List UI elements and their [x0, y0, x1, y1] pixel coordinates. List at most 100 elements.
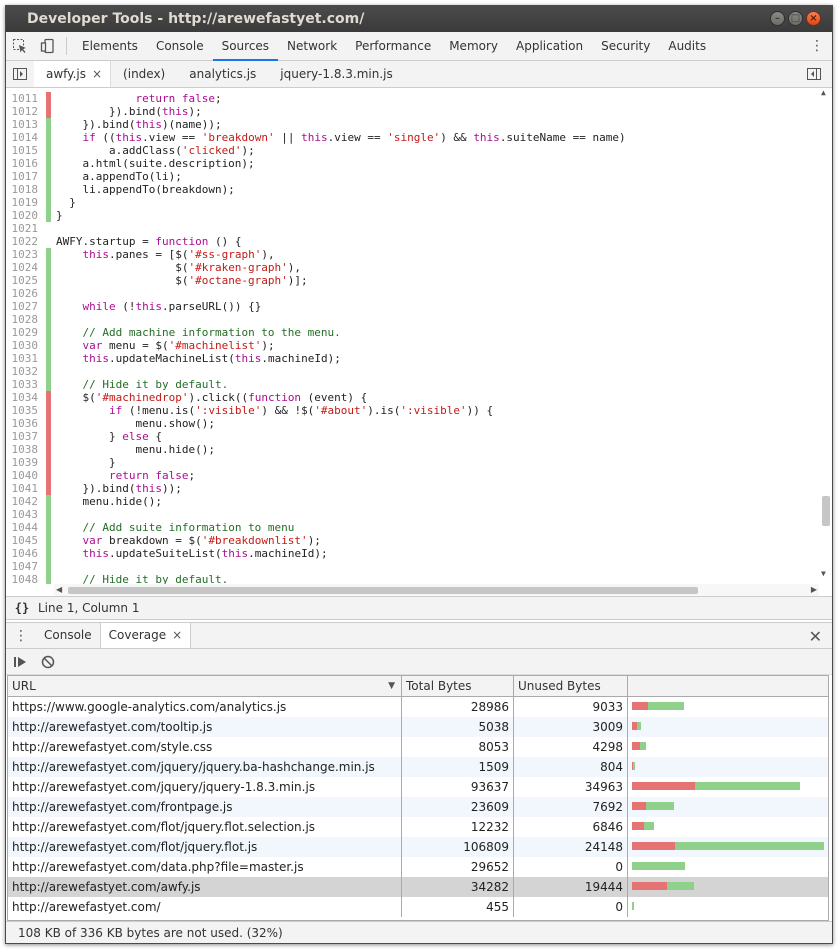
line-number[interactable]: 1020 — [6, 209, 39, 222]
drawer-tab-console[interactable]: Console — [36, 623, 100, 648]
coverage-marker — [46, 560, 51, 573]
table-row[interactable]: http://arewefastyet.com/style.css 8053 429… — [8, 737, 828, 757]
more-options-icon[interactable]: ⋮ — [810, 38, 824, 54]
drawer-tab-coverage[interactable]: Coverage × — [99, 623, 192, 648]
line-number[interactable]: 1033 — [6, 378, 39, 391]
line-number[interactable]: 1034 — [6, 391, 39, 404]
line-number[interactable]: 1038 — [6, 443, 39, 456]
file-tab[interactable]: (index) — [111, 61, 177, 87]
horizontal-scrollbar-thumb[interactable] — [68, 587, 698, 594]
toggle-navigator-icon[interactable] — [6, 60, 34, 88]
clear-icon[interactable] — [34, 648, 62, 676]
line-number[interactable]: 1037 — [6, 430, 39, 443]
line-number[interactable]: 1048 — [6, 573, 39, 584]
maximize-button[interactable]: □ — [788, 11, 803, 26]
table-row[interactable]: http://arewefastyet.com/frontpage.js 2360… — [8, 797, 828, 817]
tab-memory[interactable]: Memory — [440, 32, 507, 60]
line-number[interactable]: 1029 — [6, 326, 39, 339]
scroll-left-arrow-icon[interactable]: ◀ — [56, 584, 62, 596]
line-number[interactable]: 1046 — [6, 547, 39, 560]
line-number[interactable]: 1032 — [6, 365, 39, 378]
code-line: 1013 }).bind(this)(name)); — [6, 118, 832, 131]
toggle-debugger-icon[interactable] — [800, 60, 828, 88]
line-number[interactable]: 1026 — [6, 287, 39, 300]
file-tab[interactable]: jquery-1.8.3.min.js — [268, 61, 404, 87]
line-number[interactable]: 1018 — [6, 183, 39, 196]
inspect-element-icon[interactable] — [6, 32, 34, 60]
line-number[interactable]: 1022 — [6, 235, 39, 248]
tab-security[interactable]: Security — [592, 32, 659, 60]
unused-bytes-bar — [632, 842, 676, 850]
code-text: $('#machinedrop').click((function (event… — [56, 391, 368, 404]
tab-network[interactable]: Network — [278, 32, 346, 60]
line-number[interactable]: 1011 — [6, 92, 39, 105]
editor-horizontal-scrollbar[interactable]: ◀ ▶ — [54, 584, 819, 596]
line-number[interactable]: 1035 — [6, 404, 39, 417]
close-tab-icon[interactable]: × — [92, 67, 102, 81]
close-tab-icon[interactable]: × — [172, 628, 182, 642]
tab-console[interactable]: Console — [147, 32, 213, 60]
close-drawer-icon[interactable]: ✕ — [809, 627, 822, 646]
close-window-button[interactable]: × — [806, 11, 821, 26]
file-tabs-bar: awfy.js × (index) analytics.js jquery-1.8.3.… — [6, 61, 832, 88]
table-row[interactable]: http://arewefastyet.com/flot/jquery.flot… — [8, 837, 828, 857]
table-row[interactable]: http://arewefastyet.com/flot/jquery.flot… — [8, 817, 828, 837]
tab-audits[interactable]: Audits — [659, 32, 715, 60]
line-number[interactable]: 1031 — [6, 352, 39, 365]
minimize-button[interactable]: – — [770, 11, 785, 26]
cell-usage-bar — [628, 717, 828, 737]
line-number[interactable]: 1025 — [6, 274, 39, 287]
table-row[interactable]: http://arewefastyet.com/data.php?file=ma… — [8, 857, 828, 877]
table-row[interactable]: http://arewefastyet.com/455 0 — [8, 897, 828, 917]
line-number[interactable]: 1039 — [6, 456, 39, 469]
pretty-print-icon[interactable]: {} — [6, 601, 38, 615]
device-toolbar-icon[interactable] — [34, 32, 62, 60]
line-number[interactable]: 1019 — [6, 196, 39, 209]
table-row[interactable]: http://arewefastyet.com/tooltip.js 5038 30… — [8, 717, 828, 737]
line-number[interactable]: 1036 — [6, 417, 39, 430]
line-number[interactable]: 1041 — [6, 482, 39, 495]
file-tab[interactable]: analytics.js — [177, 61, 268, 87]
line-number[interactable]: 1040 — [6, 469, 39, 482]
column-header-url[interactable]: URL ▼ — [8, 676, 402, 696]
reload-record-icon[interactable] — [6, 648, 34, 676]
column-header-total-bytes[interactable]: Total Bytes — [402, 676, 514, 696]
line-number[interactable]: 1012 — [6, 105, 39, 118]
code-editor[interactable]: ▲ ▼ 1011 return false; 1012 }).bind(this)… — [6, 88, 832, 584]
line-number[interactable]: 1014 — [6, 131, 39, 144]
table-row[interactable]: http://arewefastyet.com/jquery/jquery-1.… — [8, 777, 828, 797]
scroll-right-arrow-icon[interactable]: ▶ — [811, 584, 817, 596]
line-number[interactable]: 1045 — [6, 534, 39, 547]
line-number[interactable]: 1028 — [6, 313, 39, 326]
table-row[interactable]: https://www.google-analytics.com/analyti… — [8, 697, 828, 717]
tab-elements[interactable]: Elements — [73, 32, 147, 60]
line-number[interactable]: 1043 — [6, 508, 39, 521]
line-number[interactable]: 1044 — [6, 521, 39, 534]
cell-total-bytes: 5038 — [402, 717, 514, 737]
tab-sources[interactable]: Sources — [212, 32, 279, 61]
line-number[interactable]: 1042 — [6, 495, 39, 508]
tab-performance[interactable]: Performance — [346, 32, 440, 60]
file-tab[interactable]: awfy.js × — [34, 61, 112, 87]
coverage-marker — [46, 534, 51, 547]
line-number[interactable]: 1030 — [6, 339, 39, 352]
cell-usage-bar — [628, 877, 828, 897]
column-header-unused-bytes[interactable]: Unused Bytes — [514, 676, 628, 696]
line-number[interactable]: 1013 — [6, 118, 39, 131]
table-row[interactable]: http://arewefastyet.com/jquery/jquery.ba… — [8, 757, 828, 777]
tab-application[interactable]: Application — [507, 32, 592, 60]
table-row[interactable]: http://arewefastyet.com/awfy.js 34282 1944… — [8, 877, 828, 897]
code-line: 1031 this.updateMachineList(this.machine… — [6, 352, 832, 365]
code-line: 1016 a.html(suite.description); — [6, 157, 832, 170]
line-number[interactable]: 1027 — [6, 300, 39, 313]
line-number[interactable]: 1047 — [6, 560, 39, 573]
line-number[interactable]: 1024 — [6, 261, 39, 274]
line-number[interactable]: 1016 — [6, 157, 39, 170]
line-number[interactable]: 1015 — [6, 144, 39, 157]
cell-url: http://arewefastyet.com/ — [8, 897, 402, 917]
line-number[interactable]: 1023 — [6, 248, 39, 261]
line-number[interactable]: 1017 — [6, 170, 39, 183]
drawer-menu-icon[interactable]: ⋮ — [6, 628, 36, 644]
cell-unused-bytes: 0 — [514, 897, 628, 917]
line-number[interactable]: 1021 — [6, 222, 39, 235]
